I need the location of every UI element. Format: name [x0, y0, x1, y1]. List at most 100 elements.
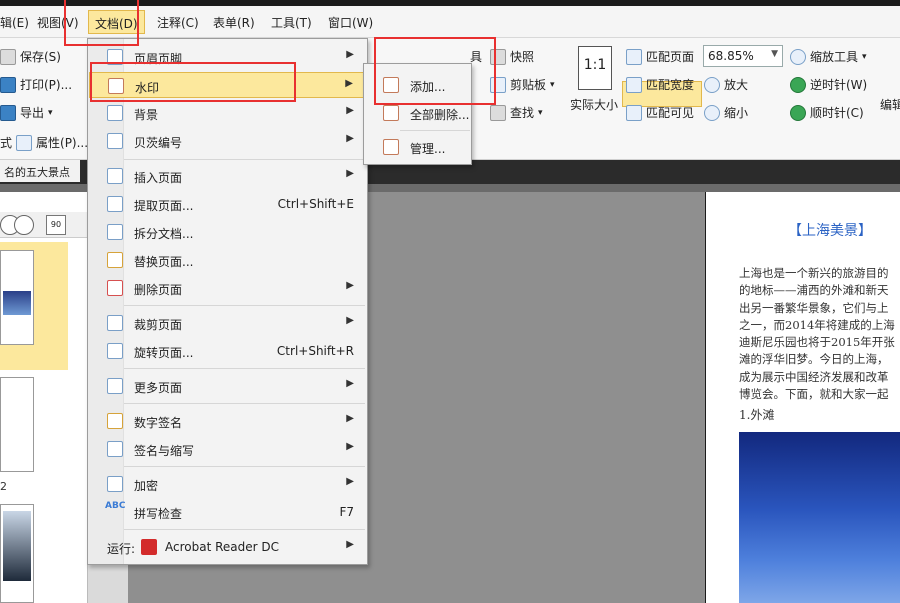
save-icon — [0, 48, 16, 65]
zoom-in-icon — [704, 76, 720, 93]
annotation-box-document-menu — [64, 0, 139, 46]
extract-page-icon — [107, 196, 123, 212]
menu-separator — [124, 529, 365, 530]
clipboard-button[interactable]: 剪贴板 ▾ — [490, 76, 555, 93]
document-page: 【上海美景】 上海也是一个新兴的旅游目的 的地标——浦西的外滩和新天 出另一番繁… — [706, 192, 900, 603]
manage-watermark-icon — [383, 139, 399, 155]
fit-visible-button[interactable]: 匹配可见 — [626, 104, 694, 121]
menu-item-crop-pages[interactable]: 裁剪页面 ▶ — [89, 310, 366, 336]
annotation-box-add — [374, 37, 496, 105]
find-button[interactable]: 查找 ▾ — [490, 104, 543, 121]
menu-item-bates-numbering[interactable]: 贝茨编号 ▶ — [89, 128, 366, 154]
fit-width-icon — [626, 76, 642, 93]
menu-separator — [124, 368, 365, 369]
document-tab[interactable]: 名的五大景点 — [0, 160, 80, 182]
menu-item-digital-signature[interactable]: 数字签名 ▶ — [89, 408, 366, 434]
zoom-out-button[interactable]: 缩小 — [704, 104, 748, 121]
menu-tools[interactable]: 工具(T) — [271, 14, 312, 31]
background-icon — [107, 105, 123, 121]
properties-button[interactable]: 式属性(P)... — [0, 134, 88, 151]
menu-separator — [124, 403, 365, 404]
magnifier-icon — [790, 48, 806, 65]
insert-page-icon — [107, 168, 123, 184]
digital-signature-icon — [107, 413, 123, 429]
chevron-down-icon: ▾ — [48, 107, 53, 118]
menu-item-extract-pages[interactable]: 提取页面... Ctrl+Shift+E — [89, 191, 366, 217]
export-icon — [0, 104, 16, 121]
rotate-90-icon[interactable]: 90 — [46, 215, 66, 235]
page-photo — [739, 432, 900, 603]
page-thumbnail-1[interactable] — [0, 250, 34, 345]
thumbnail-panel: 90 2 — [0, 192, 88, 603]
submenu-arrow-icon: ▶ — [346, 539, 354, 550]
more-pages-icon — [107, 378, 123, 394]
submenu-arrow-icon: ▶ — [346, 133, 354, 144]
menu-separator — [124, 466, 365, 467]
menu-comment[interactable]: 注释(C) — [157, 14, 199, 31]
spell-check-icon: ABC — [105, 501, 126, 511]
fit-visible-icon — [626, 104, 642, 121]
crop-page-icon — [107, 315, 123, 331]
rotate-page-icon — [107, 343, 123, 359]
menu-separator — [124, 159, 365, 160]
actual-size-icon: 1:1 — [578, 46, 612, 90]
delete-page-icon — [107, 280, 123, 296]
menu-item-more-pages[interactable]: 更多页面 ▶ — [89, 373, 366, 399]
menu-separator — [400, 130, 470, 131]
save-button[interactable]: 保存(S) — [0, 48, 61, 65]
rotate-ccw-button[interactable]: 逆时针(W) — [790, 76, 867, 93]
menu-item-rotate-pages[interactable]: 旋转页面... Ctrl+Shift+R — [89, 338, 366, 364]
menu-item-insert-pages[interactable]: 插入页面 ▶ — [89, 163, 366, 189]
section-heading: 1.外滩 — [739, 408, 775, 422]
split-document-icon — [107, 224, 123, 240]
menu-item-spell-check[interactable]: ABC 拼写检查 F7 — [89, 499, 366, 525]
chevron-down-icon: ▾ — [550, 79, 555, 90]
zoom-in-button[interactable]: 放大 — [704, 76, 748, 93]
fit-width-button[interactable]: 匹配宽度 — [626, 76, 694, 93]
fit-page-icon — [626, 48, 642, 65]
acrobat-icon — [141, 539, 157, 555]
submenu-arrow-icon: ▶ — [346, 413, 354, 424]
zoom-out-thumbs-icon[interactable] — [14, 215, 34, 235]
menu-item-delete-pages[interactable]: 删除页面 ▶ — [89, 275, 366, 301]
edit-button-partial[interactable]: 编辑 — [880, 96, 900, 113]
menu-item-encrypt[interactable]: 加密 ▶ — [89, 471, 366, 497]
chevron-down-icon: ▾ — [862, 51, 867, 62]
annotation-box-watermark — [90, 62, 296, 102]
page-thumbnail-3[interactable] — [0, 504, 34, 603]
submenu-arrow-icon: ▶ — [346, 378, 354, 389]
chevron-down-icon: ▼ — [771, 49, 778, 59]
zoom-tool-button[interactable]: 缩放工具 ▾ — [790, 48, 867, 65]
menu-item-replace-pages[interactable]: 替换页面... — [89, 247, 366, 273]
export-button[interactable]: 导出 ▾ — [0, 104, 53, 121]
menu-separator — [124, 305, 365, 306]
page-thumbnail-2[interactable] — [0, 377, 34, 472]
thumbnail-image — [3, 511, 31, 581]
thumbnail-toolbar: 90 — [0, 212, 88, 238]
submenu-arrow-icon: ▶ — [346, 105, 354, 116]
find-icon — [490, 104, 506, 121]
lock-icon — [107, 476, 123, 492]
menu-item-split-document[interactable]: 拆分文档... — [89, 219, 366, 245]
menu-form[interactable]: 表单(R) — [213, 14, 255, 31]
rotate-cw-icon — [790, 104, 806, 121]
actual-size-button[interactable]: 实际大小 — [570, 96, 618, 113]
menu-item-background[interactable]: 背景 ▶ — [89, 100, 366, 126]
menu-item-run-with[interactable]: 运行: Acrobat Reader DC ▶ — [89, 534, 366, 560]
printer-icon — [0, 76, 16, 93]
fit-page-button[interactable]: 匹配页面 — [626, 48, 694, 65]
menu-item-sign-initials[interactable]: 签名与缩写 ▶ — [89, 436, 366, 462]
replace-page-icon — [107, 252, 123, 268]
snapshot-button[interactable]: 快照 — [490, 48, 534, 65]
chevron-down-icon: ▾ — [538, 107, 543, 118]
zoom-select[interactable]: 68.85% ▼ — [703, 45, 783, 67]
rotate-cw-button[interactable]: 顺时针(C) — [790, 104, 864, 121]
submenu-arrow-icon: ▶ — [346, 168, 354, 179]
submenu-item-manage-watermarks[interactable]: 管理... — [365, 134, 470, 160]
bates-icon — [107, 133, 123, 149]
menu-window[interactable]: 窗口(W) — [328, 14, 373, 31]
submenu-arrow-icon: ▶ — [346, 315, 354, 326]
menu-edit[interactable]: 辑(E) — [0, 14, 29, 31]
print-button[interactable]: 打印(P)... — [0, 76, 72, 93]
thumbnail-image — [3, 291, 31, 315]
